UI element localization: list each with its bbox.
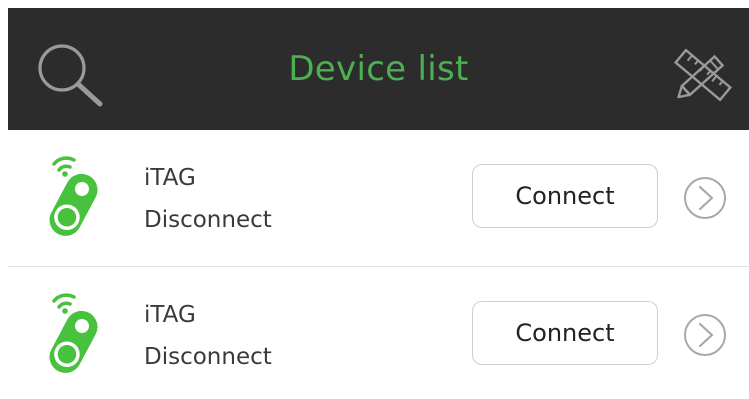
device-status: Disconnect xyxy=(144,344,272,370)
device-list: iTAG Disconnect Connect iTAG Disconnect … xyxy=(0,130,749,399)
search-button[interactable] xyxy=(32,38,108,110)
device-row[interactable]: iTAG Disconnect Connect xyxy=(0,130,749,266)
device-name: iTAG xyxy=(144,165,196,191)
tools-button[interactable] xyxy=(668,42,738,108)
itag-device-icon xyxy=(44,154,106,242)
connect-button[interactable]: Connect xyxy=(472,301,658,365)
connect-button[interactable]: Connect xyxy=(472,164,658,228)
app-screen: Device list iTAG Disconnect Connect iTAG… xyxy=(0,0,749,399)
chevron-right-icon xyxy=(684,177,726,219)
chevron-right-icon xyxy=(684,314,726,356)
itag-device-icon xyxy=(44,291,106,379)
device-name: iTAG xyxy=(144,302,196,328)
tools-icon xyxy=(673,48,733,102)
device-row[interactable]: iTAG Disconnect Connect xyxy=(0,267,749,399)
device-status: Disconnect xyxy=(144,207,272,233)
device-details-button[interactable] xyxy=(683,313,727,357)
header-bar: Device list xyxy=(8,8,749,130)
search-icon xyxy=(38,44,103,107)
page-title: Device list xyxy=(288,49,469,89)
device-details-button[interactable] xyxy=(683,176,727,220)
